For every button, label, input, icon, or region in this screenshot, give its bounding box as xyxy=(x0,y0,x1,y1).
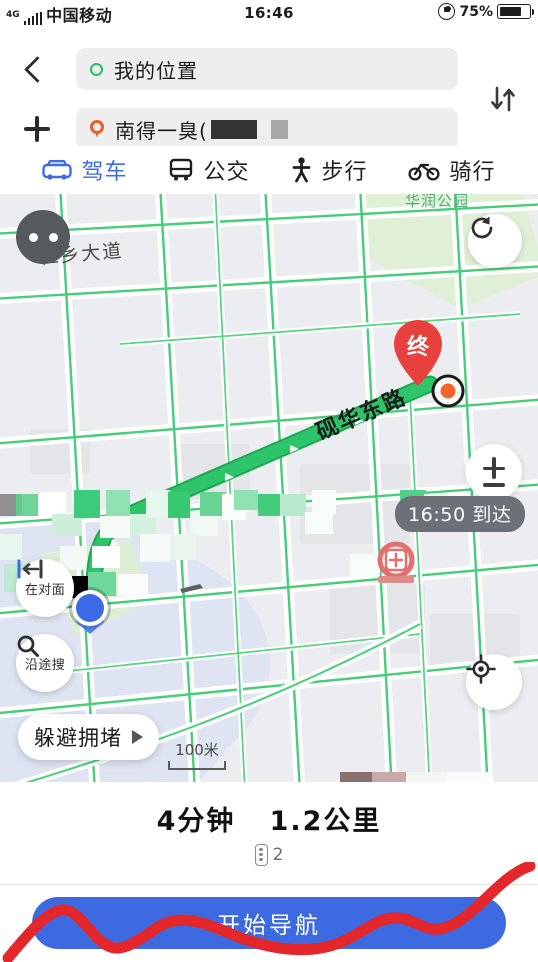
start-navigation-button[interactable]: 开始导航 xyxy=(32,897,506,949)
origin-input[interactable]: 我的位置 xyxy=(76,48,458,90)
tab-transit-label: 公交 xyxy=(203,160,250,185)
map-scale-label: 100米 xyxy=(175,741,219,759)
bus-icon xyxy=(170,158,193,181)
opposite-side-icon xyxy=(17,559,43,579)
footer-bar: 开始导航 xyxy=(0,885,538,962)
tab-walk-label: 步行 xyxy=(321,160,368,185)
zoom-out-button[interactable] xyxy=(483,483,505,487)
lock-icon xyxy=(438,3,456,20)
tab-drive-label: 驾车 xyxy=(81,160,128,185)
car-icon xyxy=(42,160,73,180)
start-navigation-label: 开始导航 xyxy=(217,913,321,939)
battery-percent-label: 75% xyxy=(459,3,493,20)
chevron-left-icon xyxy=(23,55,51,83)
traffic-light-count: 2 xyxy=(272,844,284,865)
locate-me-button[interactable] xyxy=(466,654,522,710)
swap-endpoints-button[interactable] xyxy=(484,78,524,120)
avoid-congestion-button[interactable]: 躲避拥堵 xyxy=(18,714,159,760)
map-scale-bar: 100米 xyxy=(168,739,226,770)
route-summary: 4分钟 1.2公里 2 xyxy=(0,782,538,882)
route-summary-sub: 2 xyxy=(254,843,284,866)
tab-transit[interactable]: 公交 xyxy=(168,154,249,186)
walk-icon xyxy=(293,157,311,183)
tab-cycle[interactable]: 骑行 xyxy=(408,154,495,186)
route-distance: 1.2公里 xyxy=(269,805,382,837)
tab-cycle-label: 骑行 xyxy=(449,160,496,185)
traffic-light-icon xyxy=(254,843,268,866)
status-right: 75% xyxy=(438,3,534,20)
route-duration: 4分钟 xyxy=(156,805,236,837)
bike-icon xyxy=(408,163,441,181)
opposite-side-button[interactable]: 在对面 xyxy=(16,559,74,617)
destination-value: 南得一臭( xyxy=(115,118,208,143)
tab-drive[interactable]: 驾车 xyxy=(42,154,127,186)
layers-icon xyxy=(28,232,38,242)
eta-bubble: 16:50 到达 xyxy=(395,496,525,532)
opposite-side-label: 在对面 xyxy=(24,583,66,598)
svg-text:华润公园: 华润公园 xyxy=(405,194,469,210)
zoom-in-button[interactable] xyxy=(483,457,505,480)
status-bar: 4G 中国移动 16:46 75% xyxy=(0,0,538,26)
destination-pin-icon xyxy=(90,119,104,139)
origin-value: 我的位置 xyxy=(114,58,198,83)
map-canvas[interactable]: 华润公园 仁乡大道 砚华东路 终 在对面 沿途搜 躲避拥堵 100米 16:50… xyxy=(0,194,538,782)
refresh-icon xyxy=(471,216,493,239)
avoid-congestion-label: 躲避拥堵 xyxy=(34,726,122,750)
refresh-route-button[interactable] xyxy=(468,214,522,268)
play-triangle-icon xyxy=(132,730,143,744)
redacted-block xyxy=(210,119,257,139)
origin-circle-icon xyxy=(90,62,103,76)
add-waypoint-button[interactable] xyxy=(16,108,58,150)
swap-vertical-icon xyxy=(491,86,515,112)
search-icon xyxy=(17,635,39,657)
search-along-route-button[interactable]: 沿途搜 xyxy=(16,634,74,692)
map-graphics: 华润公园 仁乡大道 砚华东路 终 xyxy=(0,194,538,782)
map-route-screen: 4G 中国移动 16:46 75% 我的位置 南得一臭(驾车 公交 步行 骑行… xyxy=(0,0,538,962)
battery-icon xyxy=(497,4,534,19)
zoom-control[interactable] xyxy=(466,444,522,500)
crosshair-icon xyxy=(466,654,496,684)
map-layers-button[interactable] xyxy=(16,210,70,264)
travel-mode-tabs: 驾车 公交 步行 骑行 xyxy=(0,146,538,194)
svg-text:终: 终 xyxy=(407,334,430,360)
route-summary-main: 4分钟 1.2公里 xyxy=(157,799,382,838)
redacted-block xyxy=(270,119,288,139)
tab-walk[interactable]: 步行 xyxy=(290,154,367,186)
destination-input[interactable]: 南得一臭( xyxy=(76,108,458,150)
back-button[interactable] xyxy=(16,48,58,90)
